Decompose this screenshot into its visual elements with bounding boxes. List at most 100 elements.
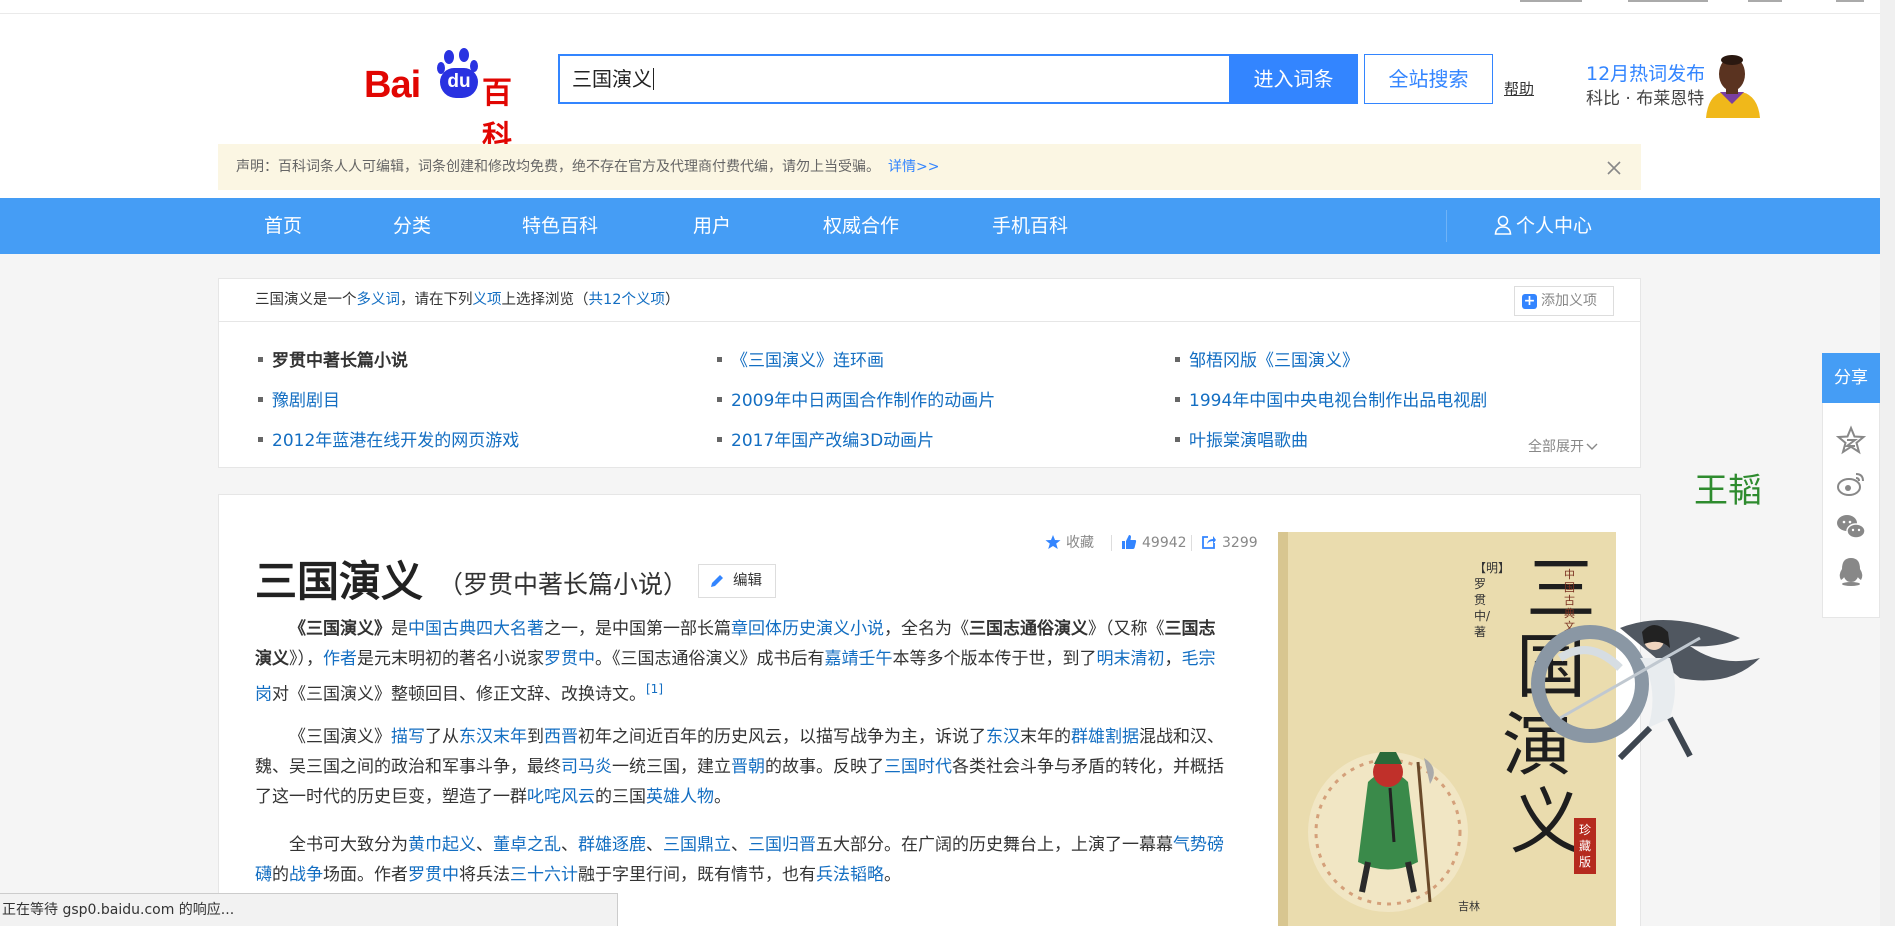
summary-paragraph: 《三国演义》是中国古典四大名著之一，是中国第一部长篇章回体历史演义小说，全名为《… xyxy=(255,614,1227,710)
hot-words-title[interactable]: 12月热词发布 xyxy=(1586,59,1705,86)
share-label[interactable]: 分享 xyxy=(1822,353,1880,403)
baidu-baike-logo[interactable]: Bai du 百科 xyxy=(364,46,536,155)
nav-item-mobile[interactable]: 手机百科 xyxy=(992,198,1068,254)
inline-link[interactable]: 三十六计 xyxy=(510,865,578,885)
nav-item-home[interactable]: 首页 xyxy=(264,198,302,254)
nav-item-users[interactable]: 用户 xyxy=(693,198,731,254)
inline-link[interactable]: 东汉末年 xyxy=(459,727,527,747)
inline-link[interactable]: 晋朝 xyxy=(731,757,765,777)
inline-link[interactable]: 黄巾起义 xyxy=(408,835,476,855)
help-link[interactable]: 帮助 xyxy=(1504,78,1534,99)
inline-link[interactable]: 作者 xyxy=(323,649,357,669)
inline-link[interactable]: 明末清初 xyxy=(1097,649,1165,669)
sense-item[interactable]: 叶振棠演唱歌曲 xyxy=(1175,426,1308,451)
add-sense-label: 添加义项 xyxy=(1541,293,1597,309)
bold-text: 《三国演义》 xyxy=(289,619,391,639)
paragraph-text: ，全名为《 xyxy=(884,619,969,639)
inline-link[interactable]: 中国古典四大名著 xyxy=(408,619,544,639)
vertical-scrollbar[interactable] xyxy=(1880,0,1895,926)
share-count: 3299 xyxy=(1222,535,1258,551)
sense-item[interactable]: 《三国演义》连环画 xyxy=(717,346,884,371)
inline-link[interactable]: 叱咤风云 xyxy=(527,787,595,807)
polysemy-text: ，请在下列 xyxy=(400,292,473,308)
paragraph-text: 。 xyxy=(714,787,731,807)
paragraph-text: 之一，是中国第一部长篇 xyxy=(544,619,731,639)
polysemy-text: 是一个 xyxy=(313,292,357,308)
sense-item[interactable]: 2017年国产改编3D动画片 xyxy=(716,426,934,451)
paragraph-text: 、 xyxy=(561,835,578,855)
nav-item-category[interactable]: 分类 xyxy=(393,198,431,254)
inline-link[interactable]: 三国归晋 xyxy=(748,835,816,855)
sense-item[interactable]: 2009年中日两国合作制作的动画片 xyxy=(716,386,995,411)
page-subtitle: （罗贯中著长篇小说） xyxy=(438,570,689,599)
inline-link[interactable]: 英雄人物 xyxy=(646,787,714,807)
sense-item[interactable]: 1994年中国中央电视台制作出品电视剧 xyxy=(1174,386,1487,411)
top-link-underline[interactable] xyxy=(1748,0,1782,2)
citation-link[interactable]: [1] xyxy=(646,682,663,696)
inline-link[interactable]: 战争 xyxy=(289,865,323,885)
user-center-link[interactable]: 个人中心 xyxy=(1494,198,1592,254)
add-sense-button[interactable]: + 添加义项 xyxy=(1514,286,1614,316)
paragraph-text: 、 xyxy=(476,835,493,855)
inline-link[interactable]: 司马炎 xyxy=(561,757,612,777)
hot-words-name[interactable]: 科比 · 布莱恩特 xyxy=(1586,84,1704,109)
inline-link[interactable]: 三国鼎立 xyxy=(663,835,731,855)
star-icon[interactable] xyxy=(1836,425,1866,455)
logo-bai-text: Bai xyxy=(364,64,421,106)
sense-item[interactable]: 2012年蓝港在线开发的网页游戏 xyxy=(257,426,519,451)
paragraph-text: 末年的 xyxy=(1020,727,1071,747)
inline-link[interactable]: 群雄逐鹿 xyxy=(578,835,646,855)
floating-name-text: 王韬 xyxy=(1694,471,1762,511)
search-input[interactable]: 三国演义 xyxy=(558,54,1230,104)
inline-link[interactable]: 章回体 xyxy=(731,619,782,639)
notice-more-link[interactable]: 详情>> xyxy=(888,159,939,175)
inline-link[interactable]: 兵法韬略 xyxy=(816,865,884,885)
nav-item-featured[interactable]: 特色百科 xyxy=(522,198,598,254)
sense-item[interactable]: 豫剧剧目 xyxy=(258,386,340,411)
top-link-underline[interactable] xyxy=(1628,0,1708,2)
sense-count-link[interactable]: 共12个义项 xyxy=(589,292,665,308)
enter-entry-button[interactable]: 进入词条 xyxy=(1229,54,1358,104)
site-search-button[interactable]: 全站搜索 xyxy=(1364,54,1493,104)
share-icon xyxy=(1202,536,1216,549)
top-link-underline[interactable] xyxy=(1836,0,1864,2)
nav-divider xyxy=(1446,210,1447,242)
sense-link[interactable]: 义项 xyxy=(473,292,502,308)
inline-link[interactable]: 东汉 xyxy=(986,727,1020,747)
plus-icon: + xyxy=(1522,293,1537,309)
sense-item[interactable]: 罗贯中著长篇小说 xyxy=(258,346,408,371)
close-icon[interactable] xyxy=(1606,160,1622,176)
inline-link[interactable]: 描写 xyxy=(391,727,425,747)
share-count-button[interactable]: 3299 xyxy=(1201,532,1258,554)
warrior-character-image[interactable] xyxy=(1520,598,1760,760)
polysemy-link[interactable]: 多义词 xyxy=(357,292,401,308)
inline-link[interactable]: 群雄割据 xyxy=(1071,727,1139,747)
cover-publisher: 吉林 xyxy=(1458,900,1480,913)
paragraph-text: ， xyxy=(1164,649,1182,669)
expand-all-link[interactable]: 全部展开 xyxy=(1528,436,1598,456)
bold-text: 三国志通俗演义 xyxy=(969,619,1088,639)
inline-link[interactable]: 嘉靖壬午 xyxy=(825,649,893,669)
action-divider xyxy=(1191,535,1192,551)
wechat-icon[interactable] xyxy=(1836,512,1866,542)
like-button[interactable]: 49942 xyxy=(1121,532,1187,554)
inline-link[interactable]: 罗贯中 xyxy=(544,649,595,669)
paragraph-text: 到 xyxy=(527,727,544,747)
edit-button[interactable]: 编辑 xyxy=(698,564,776,598)
paragraph-text: 五大部分。在广阔的历史舞台上，上演了一幕幕 xyxy=(816,835,1173,855)
collect-button[interactable]: 收藏 xyxy=(1045,532,1094,554)
inline-link[interactable]: 历史演义小说 xyxy=(782,619,884,639)
kobe-avatar[interactable] xyxy=(1700,52,1764,118)
nav-item-partners[interactable]: 权威合作 xyxy=(823,198,899,254)
qq-icon[interactable] xyxy=(1836,556,1866,586)
paragraph-text: 。 xyxy=(884,865,901,885)
inline-link[interactable]: 董卓之乱 xyxy=(493,835,561,855)
inline-link[interactable]: 罗贯中 xyxy=(408,865,459,885)
weibo-icon[interactable] xyxy=(1836,469,1866,499)
sense-item[interactable]: 邹梧冈版《三国演义》 xyxy=(1175,346,1359,371)
logo-baike-text: 百科 xyxy=(482,76,512,155)
top-link-underline[interactable] xyxy=(1520,0,1582,2)
paragraph-text: 是 xyxy=(391,619,408,639)
inline-link[interactable]: 三国时代 xyxy=(884,757,952,777)
inline-link[interactable]: 西晋 xyxy=(544,727,578,747)
